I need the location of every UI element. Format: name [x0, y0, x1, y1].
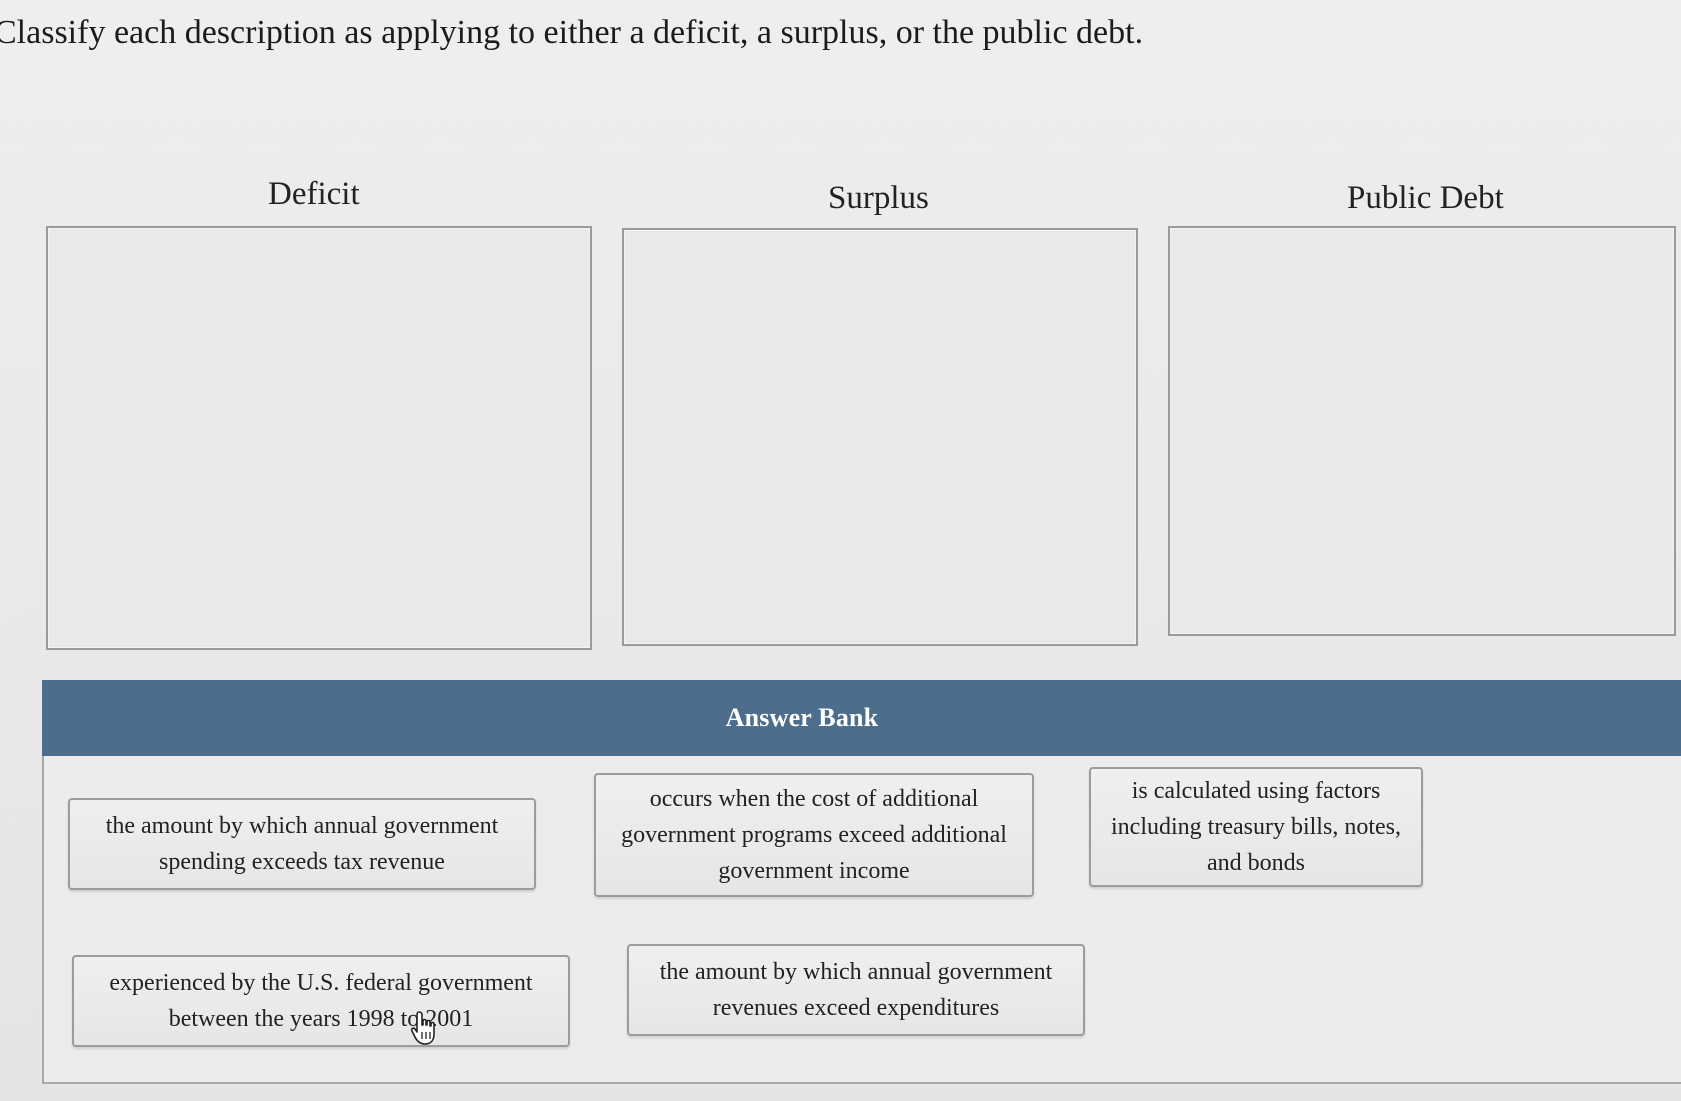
- answer-bank-title: Answer Bank: [725, 703, 879, 732]
- category-label-deficit: Deficit: [268, 176, 360, 212]
- hand-pointer-icon: [410, 1011, 435, 1045]
- answer-card-1998-2001[interactable]: experienced by the U.S. federal governme…: [72, 955, 570, 1047]
- category-label-surplus: Surplus: [828, 180, 929, 216]
- answer-card-deficit-definition[interactable]: the amount by which annual government sp…: [68, 798, 536, 890]
- answer-bank-header: Answer Bank: [42, 680, 1681, 756]
- category-label-public-debt: Public Debt: [1347, 180, 1504, 216]
- drop-zone-public-debt[interactable]: [1168, 226, 1676, 636]
- answer-card-surplus-definition[interactable]: the amount by which annual government re…: [627, 944, 1085, 1036]
- answer-card-additional-programs[interactable]: occurs when the cost of additional gover…: [594, 773, 1034, 897]
- instruction-text: Classify each description as applying to…: [0, 14, 1144, 51]
- drop-zone-deficit[interactable]: [46, 226, 592, 650]
- answer-card-public-debt-calculation[interactable]: is calculated using factors including tr…: [1089, 767, 1423, 887]
- drop-zone-surplus[interactable]: [622, 228, 1138, 646]
